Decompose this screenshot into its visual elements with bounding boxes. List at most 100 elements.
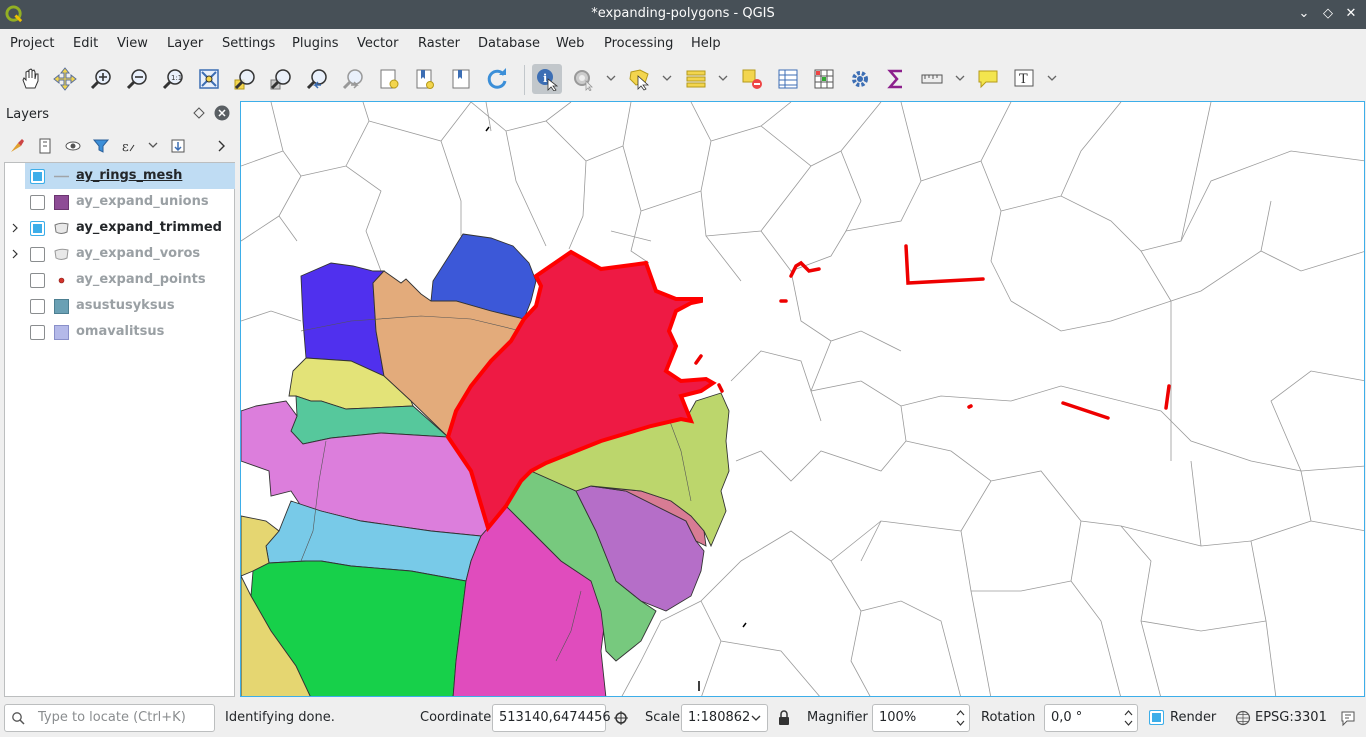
menu-layer[interactable]: Layer [167,36,203,51]
coordinate-label: Coordinate [420,710,492,725]
rotation-label: Rotation [981,710,1036,725]
layer-visibility-checkbox[interactable] [30,195,45,210]
lock-scale-icon[interactable] [777,710,791,726]
render-label: Render [1170,710,1217,725]
layers-panel-title: Layers [6,107,50,122]
chevron-down-icon[interactable] [718,73,728,83]
messages-icon[interactable] [1339,709,1357,727]
crs-globe-icon[interactable] [1235,710,1251,726]
multi-symbol-icon [54,248,69,260]
layer-row-ay-expand-trimmed[interactable]: ay_expand_trimmed [5,215,235,241]
maximize-icon[interactable]: ◇ [1320,6,1336,22]
toolbar-separator [524,65,525,95]
layer-visibility-checkbox[interactable] [30,221,45,236]
menu-database[interactable]: Database [478,36,540,51]
deselect-icon[interactable] [737,64,767,94]
chevron-right-icon[interactable] [216,140,226,152]
locator-placeholder: Type to locate (Ctrl+K) [38,710,186,725]
chevron-down-icon[interactable] [606,73,616,83]
chevron-down-icon[interactable] [1047,73,1057,83]
add-group-icon[interactable] [34,135,56,157]
layer-row-omavalitsus[interactable]: omavalitsus [5,319,235,345]
zoom-full-icon[interactable] [194,64,224,94]
zoom-out-icon[interactable] [122,64,152,94]
render-checkbox[interactable] [1149,710,1164,725]
new-bookmark-icon[interactable] [374,64,404,94]
spin-arrows-icon[interactable] [1124,708,1133,728]
expand-all-icon[interactable] [167,135,189,157]
expand-arrow-icon[interactable] [10,223,20,233]
zoom-next-icon[interactable] [338,64,368,94]
layer-visibility-checkbox[interactable] [30,273,45,288]
text-annotation-icon[interactable]: T [1009,64,1039,94]
menu-web[interactable]: Web [556,36,584,51]
show-bookmarks-icon[interactable] [410,64,440,94]
close-panel-icon[interactable] [214,105,230,121]
layer-visibility-checkbox[interactable] [30,169,45,184]
chevron-down-icon[interactable] [148,140,158,150]
expand-arrow-icon[interactable] [10,249,20,259]
refresh-icon[interactable] [482,64,512,94]
crs-label[interactable]: EPSG:3301 [1255,710,1327,725]
layer-row-asustusyksus[interactable]: asustusyksus [5,293,235,319]
manage-themes-icon[interactable] [62,135,84,157]
pan-icon[interactable] [15,64,45,94]
menu-raster[interactable]: Raster [418,36,460,51]
rotation-spinbox[interactable]: 0,0 ° [1044,704,1138,732]
layer-row-ay-expand-voros[interactable]: ay_expand_voros [5,241,235,267]
menu-plugins[interactable]: Plugins [292,36,339,51]
zoom-in-icon[interactable] [86,64,116,94]
map-tips-icon[interactable] [973,64,1003,94]
menu-help[interactable]: Help [691,36,721,51]
menu-vector[interactable]: Vector [357,36,398,51]
close-window-icon[interactable]: ✕ [1343,6,1359,22]
coordinate-field[interactable]: 513140,6474456 [492,704,611,732]
zoom-to-selection-icon[interactable] [230,64,260,94]
layer-visibility-checkbox[interactable] [30,247,45,262]
pan-to-selection-icon[interactable] [50,64,80,94]
select-features-icon[interactable] [625,64,655,94]
measure-icon[interactable] [917,64,947,94]
run-action-icon[interactable] [568,64,598,94]
statistics-icon[interactable] [809,64,839,94]
open-attribute-table-icon[interactable] [681,64,711,94]
chevron-down-icon[interactable] [662,73,672,83]
zoom-last-icon[interactable] [302,64,332,94]
processing-toolbox-icon[interactable] [845,64,875,94]
magnifier-spinbox[interactable]: 100% [872,704,970,732]
layer-row-ay-expand-points[interactable]: ay_expand_points [5,267,235,293]
chevron-down-icon[interactable] [955,73,965,83]
menu-settings[interactable]: Settings [222,36,275,51]
menu-bar: Project Edit View Layer Settings Plugins… [0,29,1366,59]
zoom-to-layer-icon[interactable] [266,64,296,94]
fill-symbol-icon [54,195,69,210]
style-manager-icon[interactable] [6,135,28,157]
menu-edit[interactable]: Edit [73,36,98,51]
layer-name: omavalitsus [76,324,165,339]
layer-row-ay-rings-mesh[interactable]: ay_rings_mesh [25,163,235,189]
filter-legend-icon[interactable] [90,135,112,157]
float-panel-icon[interactable] [193,107,205,119]
attribute-table-icon[interactable] [773,64,803,94]
new-map-view-icon[interactable] [446,64,476,94]
locator-box[interactable]: Type to locate (Ctrl+K) [4,704,215,732]
search-icon [12,712,25,725]
layer-visibility-checkbox[interactable] [30,299,45,314]
menu-project[interactable]: Project [10,36,54,51]
sum-icon[interactable] [881,64,911,94]
spin-arrows-icon[interactable] [956,708,965,728]
menu-view[interactable]: View [117,36,148,51]
menu-processing[interactable]: Processing [604,36,673,51]
map-canvas[interactable] [240,101,1365,697]
identify-icon[interactable]: i [532,64,562,94]
zoom-native-icon[interactable]: 1:1 [158,64,188,94]
extents-toggle-icon[interactable] [613,710,629,726]
scale-combo[interactable]: 1:180862 [681,704,768,732]
layer-row-ay-expand-unions[interactable]: ay_expand_unions [5,189,235,215]
layer-name: ay_expand_trimmed [76,220,222,235]
multi-symbol-icon [54,222,69,234]
minimize-icon[interactable]: ⌄ [1296,6,1312,22]
scale-label: Scale [645,710,680,725]
layer-visibility-checkbox[interactable] [30,325,45,340]
filter-by-expression-icon[interactable]: ε [118,135,140,157]
